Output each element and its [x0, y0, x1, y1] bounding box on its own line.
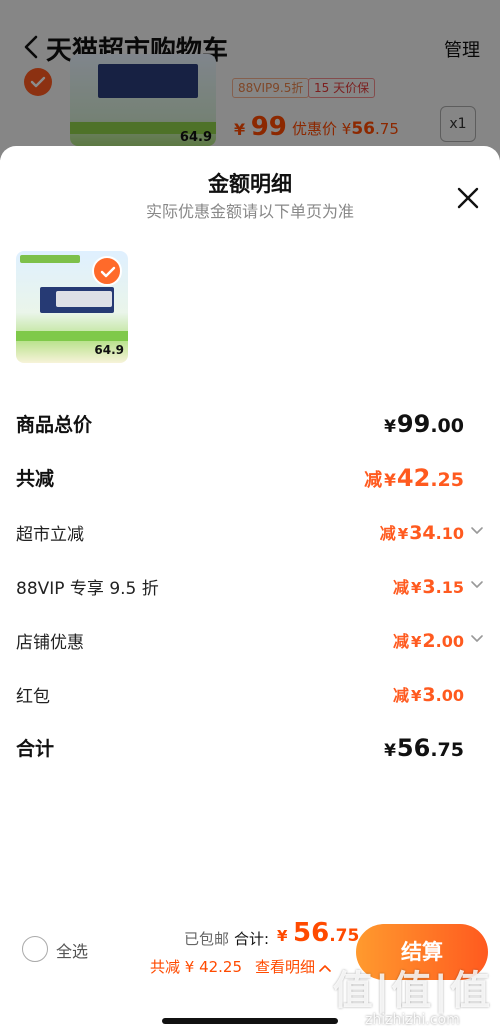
- total-label: 合计:: [234, 930, 270, 948]
- total-amount: ¥ 56.75: [277, 918, 360, 948]
- sheet-title: 金额明细: [208, 172, 292, 196]
- view-details-link[interactable]: 查看明细: [255, 956, 331, 977]
- row-subtotal: 合计 ¥56.75: [16, 734, 484, 764]
- row-label: 合计: [16, 738, 55, 760]
- row-red-packet: 红包 减 ¥3.00: [16, 682, 484, 712]
- row-label: 店铺优惠: [16, 633, 84, 653]
- amount-detail-sheet: 金额明细 实际优惠金额请以下单页为准 64.9 商品总价 ¥99.00 共减 减…: [0, 146, 500, 1036]
- select-all-label[interactable]: 全选: [56, 938, 88, 962]
- select-all-checkbox[interactable]: [22, 936, 48, 962]
- savings-summary: 共减 ¥ 42.25: [150, 958, 243, 976]
- watermark-logo: 值|值|值: [332, 968, 492, 1014]
- row-store-discount[interactable]: 店铺优惠 减 ¥2.00: [16, 628, 484, 658]
- total-price-value: ¥99.00: [384, 410, 464, 438]
- chevron-up-icon: [319, 964, 331, 972]
- modal-overlay[interactable]: [0, 0, 500, 160]
- free-shipping-label: 已包邮: [184, 930, 230, 948]
- red-packet-value: 减 ¥3.00: [392, 684, 464, 706]
- chevron-down-icon[interactable]: [470, 580, 484, 590]
- row-vip-discount[interactable]: 88VIP 专享 9.5 折 减 ¥3.15: [16, 574, 484, 604]
- row-total-reduction: 共减 减 ¥42.25: [16, 464, 484, 494]
- row-supermarket-reduction[interactable]: 超市立减 减 ¥34.10: [16, 520, 484, 550]
- chevron-down-icon[interactable]: [470, 634, 484, 644]
- home-indicator: [162, 1018, 338, 1024]
- close-icon[interactable]: [454, 184, 482, 212]
- watermark: 值|值|值 zhizhizhi.com: [333, 958, 492, 1028]
- chevron-down-icon[interactable]: [470, 526, 484, 536]
- row-label: 红包: [16, 687, 50, 707]
- vip-discount-value: 减 ¥3.15: [392, 576, 464, 598]
- product-selected-check: [92, 256, 122, 286]
- product-thumb-price: 64.9: [94, 343, 124, 357]
- total-reduction-value: 减 ¥42.25: [364, 464, 464, 492]
- row-total-price: 商品总价 ¥99.00: [16, 410, 484, 440]
- row-label: 商品总价: [16, 414, 93, 436]
- sheet-subtitle: 实际优惠金额请以下单页为准: [145, 202, 354, 221]
- check-icon: [100, 266, 116, 278]
- row-label: 超市立减: [16, 525, 84, 545]
- row-label: 共减: [16, 468, 55, 490]
- subtotal-value: ¥56.75: [384, 734, 464, 762]
- supermarket-reduction-value: 减 ¥34.10: [379, 522, 464, 544]
- row-label: 88VIP 专享 9.5 折: [16, 579, 159, 599]
- store-discount-value: 减 ¥2.00: [392, 630, 464, 652]
